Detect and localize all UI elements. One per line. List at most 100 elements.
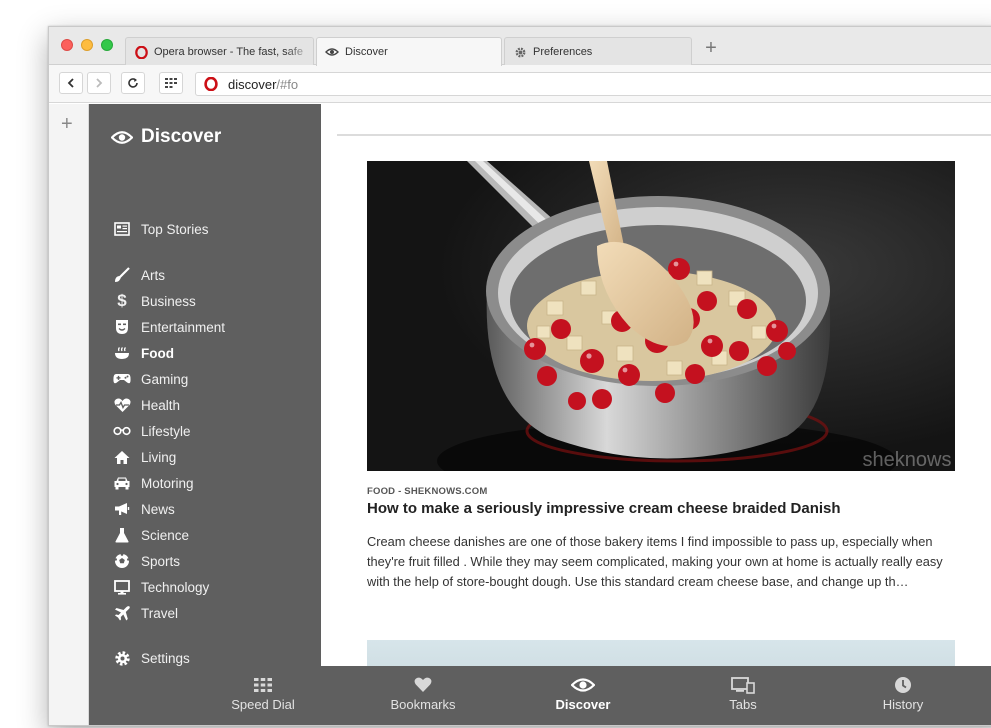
bottom-discover[interactable]: Discover	[528, 666, 638, 725]
grid-icon	[254, 675, 272, 695]
forward-button[interactable]	[87, 72, 111, 94]
tab-label: Discover	[345, 46, 388, 58]
sidebar-item-arts[interactable]: Arts	[113, 265, 165, 285]
sidebar-item-label: Living	[141, 449, 177, 465]
sidebar-item-food[interactable]: Food	[113, 343, 174, 363]
sidebar-item-label: Arts	[141, 267, 166, 283]
url-suffix: /#fo	[276, 76, 299, 92]
heart-icon	[414, 675, 432, 695]
tab-preferences[interactable]: Preferences	[504, 37, 692, 66]
car-icon	[113, 474, 131, 492]
newspaper-icon	[113, 220, 131, 238]
bottom-label: History	[882, 697, 924, 712]
gamepad-icon	[113, 370, 131, 388]
tab-strip: Opera browser - The fast, safe Discover …	[49, 27, 991, 66]
sidebar-item-label: Health	[141, 397, 181, 413]
eye-icon	[571, 675, 595, 695]
article-summary: Cream cheese danishes are one of those b…	[367, 534, 943, 589]
tab-opera[interactable]: Opera browser - The fast, safe	[125, 37, 314, 66]
sidebar-item-settings[interactable]: Settings	[113, 648, 190, 668]
sidebar-item-label: Food	[141, 345, 174, 361]
sidebar-item-gaming[interactable]: Gaming	[113, 369, 188, 389]
sidebar-item-label: Entertainment	[141, 319, 226, 335]
clock-icon	[894, 675, 912, 695]
discover-feed: sheknows FOOD - SHEKNOWS.COM How to make…	[321, 104, 991, 693]
monitor-icon	[113, 578, 131, 596]
sidebar-item-business[interactable]: $ Business	[113, 291, 196, 311]
watermark: sheknows	[863, 449, 952, 471]
browser-window: Opera browser - The fast, safe Discover …	[48, 26, 991, 726]
sidebar-item-label: News	[141, 501, 175, 517]
mask-icon	[113, 318, 131, 336]
eye-icon	[325, 45, 339, 59]
flask-icon	[113, 526, 131, 544]
glasses-icon	[113, 422, 131, 440]
article-source: FOOD - SHEKNOWS.COM	[367, 486, 488, 497]
sidebar-item-label: Settings	[141, 650, 190, 666]
reload-button[interactable]	[121, 72, 145, 94]
airplane-icon	[113, 604, 131, 622]
chevron-left-icon	[67, 78, 74, 88]
sidebar-item-entertainment[interactable]: Entertainment	[113, 317, 225, 337]
sidebar-item-label: Gaming	[141, 371, 189, 387]
opera-logo-icon	[134, 45, 148, 59]
heart-pulse-icon	[113, 396, 131, 414]
article-image[interactable]: sheknows	[367, 161, 955, 471]
add-panel-button[interactable]: +	[61, 114, 73, 134]
sidebar-item-label: Lifestyle	[141, 423, 191, 439]
minimize-window-button[interactable]	[81, 39, 93, 51]
divider	[337, 134, 991, 136]
address-bar: discover/#fo	[49, 65, 991, 103]
zoom-window-button[interactable]	[101, 39, 113, 51]
new-tab-button[interactable]: +	[701, 38, 721, 59]
reload-icon	[128, 78, 138, 88]
sidebar-item-label: Business	[141, 293, 196, 309]
tab-label: Preferences	[533, 46, 593, 58]
bottom-label: Speed Dial	[231, 697, 295, 712]
sidebar-item-label: Sports	[141, 553, 181, 569]
back-button[interactable]	[59, 72, 83, 94]
discover-title: Discover	[111, 126, 221, 148]
gear-icon	[513, 45, 527, 59]
sidebar-item-lifestyle[interactable]: Lifestyle	[113, 421, 191, 441]
grid-icon	[165, 78, 177, 88]
sidebar-item-science[interactable]: Science	[113, 525, 189, 545]
megaphone-icon	[113, 500, 131, 518]
sidebar-item-news[interactable]: News	[113, 499, 175, 519]
tab-discover[interactable]: Discover	[316, 37, 502, 66]
sidebar-item-label: Top Stories	[141, 221, 209, 237]
sidebar-item-label: Travel	[141, 605, 179, 621]
brush-icon	[113, 266, 131, 284]
sidebar-item-health[interactable]: Health	[113, 395, 180, 415]
sidebar-item-label: Technology	[141, 579, 210, 595]
sidebar-panel: +	[49, 104, 89, 725]
sidebar-item-top-stories[interactable]: Top Stories	[113, 219, 209, 239]
sidebar-item-motoring[interactable]: Motoring	[113, 473, 194, 493]
url-input[interactable]: discover/#fo	[195, 72, 991, 96]
sidebar-item-label: Motoring	[141, 475, 194, 491]
soccer-ball-icon	[113, 552, 131, 570]
bottom-tabs[interactable]: Tabs	[688, 666, 798, 725]
dollar-icon: $	[117, 291, 127, 310]
url-main: discover	[228, 76, 277, 92]
bottom-history[interactable]: History	[848, 666, 958, 725]
eye-icon	[111, 130, 133, 144]
home-icon	[113, 448, 131, 466]
discover-sidebar: Discover Top Stories Arts $ Business Ent…	[89, 104, 321, 725]
bottom-speed-dial[interactable]: Speed Dial	[208, 666, 318, 725]
sidebar-item-living[interactable]: Living	[113, 447, 176, 467]
speed-dial-button[interactable]	[159, 72, 183, 94]
gear-icon	[113, 649, 131, 667]
bottom-label: Tabs	[729, 697, 757, 712]
sidebar-item-technology[interactable]: Technology	[113, 577, 209, 597]
opera-logo-icon	[204, 77, 218, 91]
sidebar-item-label: Science	[141, 527, 190, 543]
bottom-label: Bookmarks	[390, 697, 456, 712]
chevron-right-icon	[96, 78, 103, 88]
article-headline[interactable]: How to make a seriously impressive cream…	[367, 500, 967, 517]
sidebar-item-sports[interactable]: Sports	[113, 551, 180, 571]
close-window-button[interactable]	[61, 39, 73, 51]
bowl-icon	[113, 344, 131, 362]
sidebar-item-travel[interactable]: Travel	[113, 603, 178, 623]
bottom-bookmarks[interactable]: Bookmarks	[368, 666, 478, 725]
